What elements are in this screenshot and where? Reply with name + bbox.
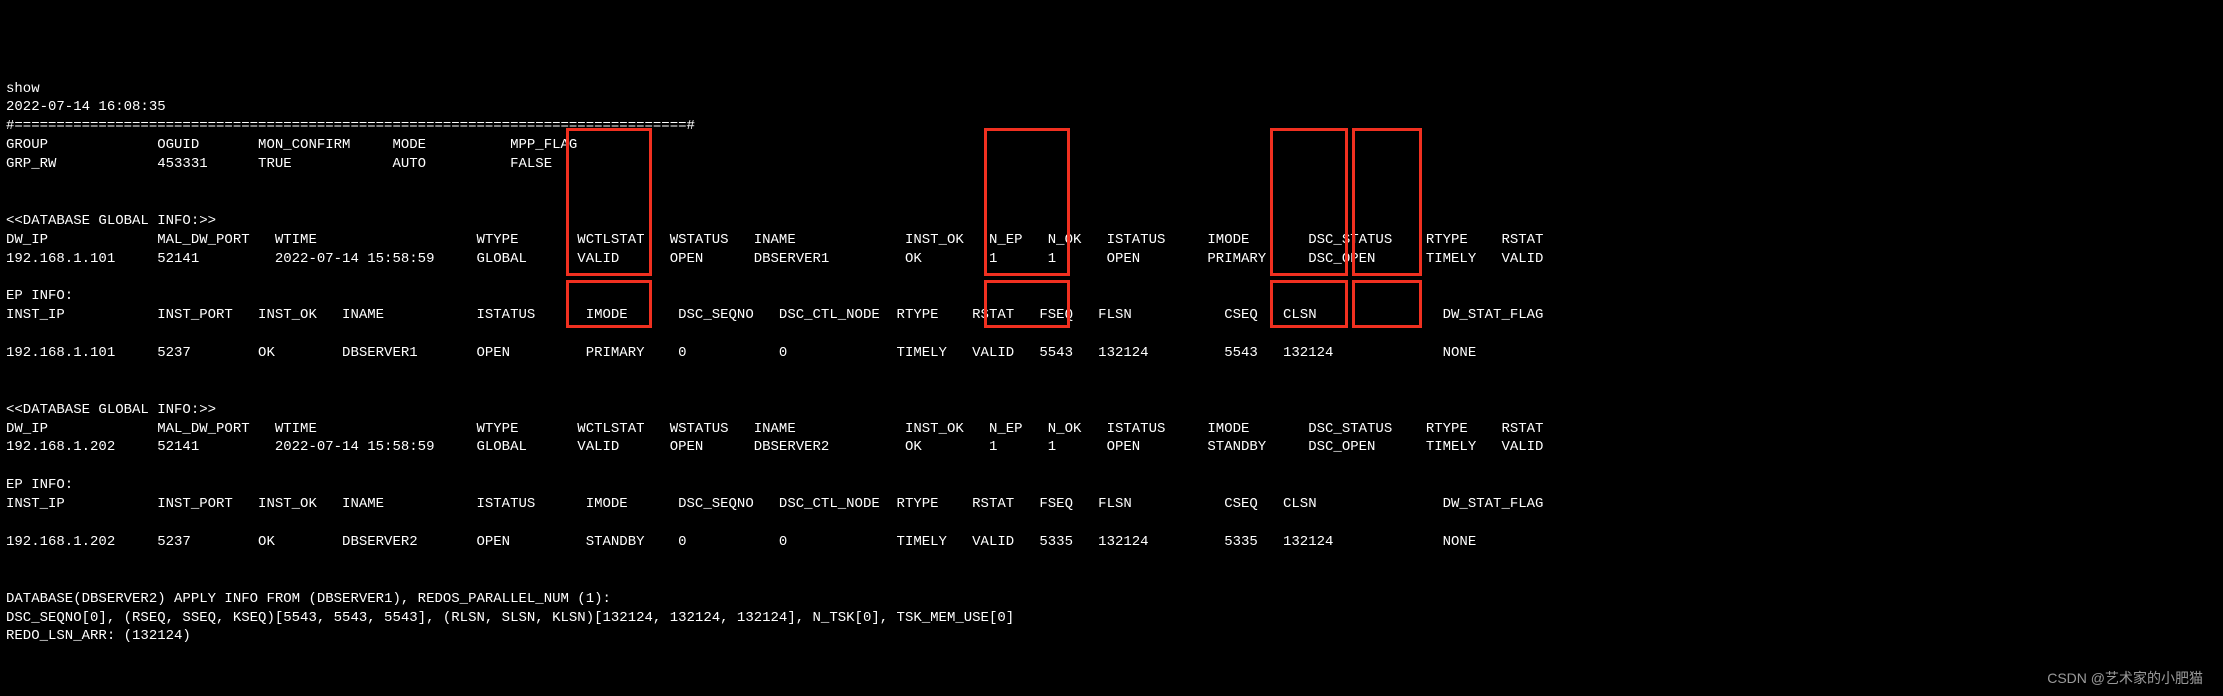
highlight-wstatus-2 bbox=[566, 280, 652, 328]
apply-info-line: DATABASE(DBSERVER2) APPLY INFO FROM (DBS… bbox=[6, 591, 611, 607]
ep-info-title: EP INFO: bbox=[6, 288, 73, 304]
highlight-istatus-2 bbox=[984, 280, 1070, 328]
highlight-rtype-1 bbox=[1270, 128, 1348, 276]
apply-info-line: REDO_LSN_ARR: (132124) bbox=[6, 628, 191, 644]
ep-data-row: 192.168.1.202 5237 OK DBSERVER2 OPEN STA… bbox=[6, 534, 1560, 550]
highlight-wstatus-1 bbox=[566, 128, 652, 276]
highlight-rstat-1 bbox=[1352, 128, 1422, 276]
group-header-row: GROUP OGUID MON_CONFIRM MODE MPP_FLAG bbox=[6, 137, 594, 153]
global-info-title: <<DATABASE GLOBAL INFO:>> bbox=[6, 213, 216, 229]
watermark: CSDN @艺术家的小肥猫 bbox=[2047, 669, 2203, 688]
highlight-istatus-1 bbox=[984, 128, 1070, 276]
dw-header-row: DW_IP MAL_DW_PORT WTIME WTYPE WCTLSTAT W… bbox=[6, 421, 1569, 437]
global-info-title: <<DATABASE GLOBAL INFO:>> bbox=[6, 402, 216, 418]
ep-data-row: 192.168.1.101 5237 OK DBSERVER1 OPEN PRI… bbox=[6, 345, 1560, 361]
cmd: show bbox=[6, 81, 40, 97]
dw-data-row: 192.168.1.202 52141 2022-07-14 15:58:59 … bbox=[6, 439, 1569, 455]
group-data-row: GRP_RW 453331 TRUE AUTO FALSE bbox=[6, 156, 594, 172]
ep-info-title: EP INFO: bbox=[6, 477, 73, 493]
highlight-rtype-2 bbox=[1270, 280, 1348, 328]
apply-info-line: DSC_SEQNO[0], (RSEQ, SSEQ, KSEQ)[5543, 5… bbox=[6, 610, 1014, 626]
ep-header-row: INST_IP INST_PORT INST_OK INAME ISTATUS … bbox=[6, 496, 1560, 512]
highlight-rstat-2 bbox=[1352, 280, 1422, 328]
timestamp: 2022-07-14 16:08:35 bbox=[6, 99, 166, 115]
